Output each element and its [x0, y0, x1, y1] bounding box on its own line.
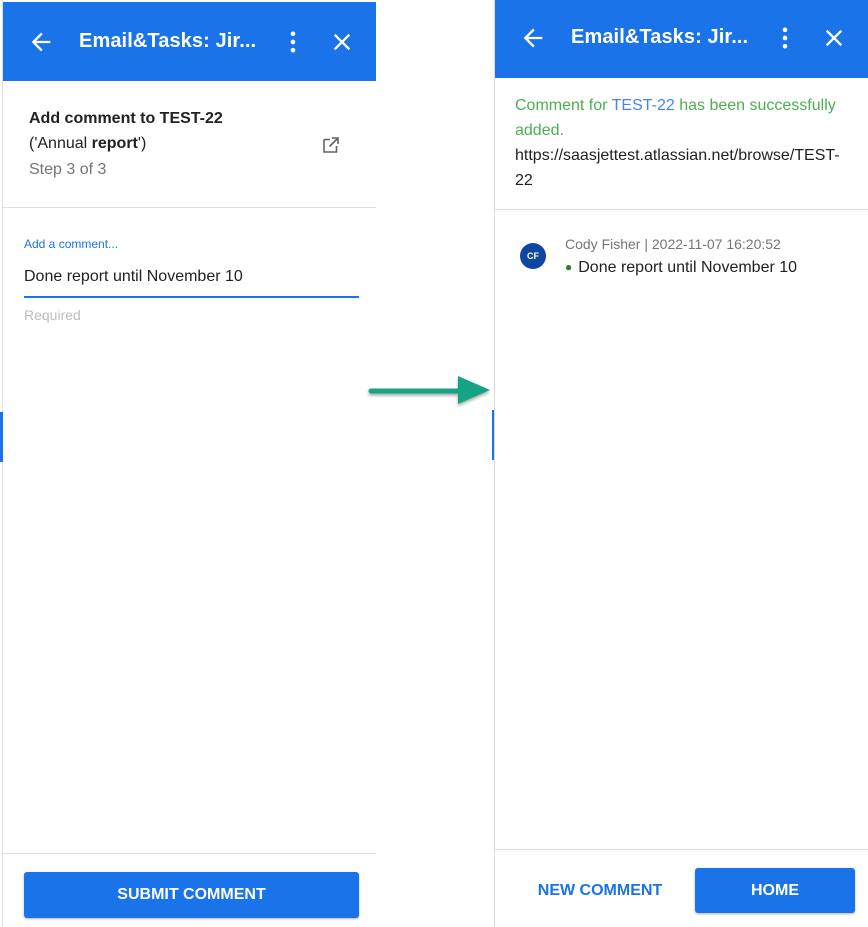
card-footer: SUBMIT COMMENT — [3, 853, 376, 927]
comment-body: ● Done report until November 10 — [565, 259, 797, 277]
step-indicator: Step 3 of 3 — [29, 161, 107, 178]
comment-added-panel: Email&Tasks: Jir... Comment for TEST-22 … — [494, 0, 868, 927]
issue-summary: ('Annual report') — [29, 135, 146, 153]
new-comment-button[interactable]: NEW COMMENT — [525, 870, 675, 912]
card-title: Add comment to TEST-22 — [29, 110, 223, 127]
issue-url-end: 22 — [515, 172, 533, 189]
arrow-back-icon[interactable] — [27, 28, 55, 56]
close-icon[interactable] — [328, 28, 356, 56]
success-prefix: Comment for — [515, 97, 612, 114]
comment-field-helper: Required — [24, 307, 81, 323]
issue-url: https://saasjettest.atlassian.net/browse… — [515, 147, 840, 164]
success-suffix: has been successfully — [674, 97, 836, 114]
app-title: Email&Tasks: Jir... — [79, 30, 257, 52]
issue-summary-bold: report — [91, 135, 138, 152]
issue-summary-suffix: ') — [137, 135, 147, 152]
add-comment-panel: Email&Tasks: Jir... Add comment to TEST-… — [2, 0, 376, 927]
screenshot-stage: Email&Tasks: Jir... Add comment to TEST-… — [0, 0, 868, 927]
success-message: Comment for TEST-22 has been successfull… — [495, 78, 868, 210]
comment-text: Done report until November 10 — [578, 259, 798, 276]
arrow-back-icon[interactable] — [519, 24, 547, 52]
success-line: Comment for TEST-22 has been successfull… — [515, 97, 836, 115]
comment-meta: Cody Fisher | 2022-11-07 16:20:52 — [565, 236, 781, 252]
avatar: CF — [520, 243, 546, 269]
issue-link[interactable]: TEST-22 — [612, 97, 675, 114]
card-footer: NEW COMMENT HOME — [495, 849, 868, 927]
issue-summary-prefix: ('Annual — [29, 135, 92, 152]
close-icon[interactable] — [820, 24, 848, 52]
app-bar: Email&Tasks: Jir... — [495, 0, 868, 78]
home-button[interactable]: HOME — [695, 868, 855, 913]
status-dot: ● — [565, 260, 573, 274]
open-in-new-icon[interactable] — [321, 135, 341, 155]
submit-comment-button[interactable]: SUBMIT COMMENT — [24, 872, 359, 918]
success-line-end: added. — [515, 122, 564, 139]
app-bar: Email&Tasks: Jir... — [3, 2, 376, 81]
comment-input[interactable] — [24, 264, 359, 298]
more-vert-icon[interactable] — [279, 28, 307, 56]
panel-edge-accent — [492, 410, 494, 460]
panel-edge-accent — [0, 412, 3, 462]
comment-field-label: Add a comment... — [24, 237, 119, 251]
more-vert-icon[interactable] — [771, 24, 799, 52]
arrow-right-icon — [366, 370, 496, 410]
card-header: Add comment to TEST-22 ('Annual report')… — [3, 81, 376, 208]
app-title: Email&Tasks: Jir... — [571, 26, 749, 48]
